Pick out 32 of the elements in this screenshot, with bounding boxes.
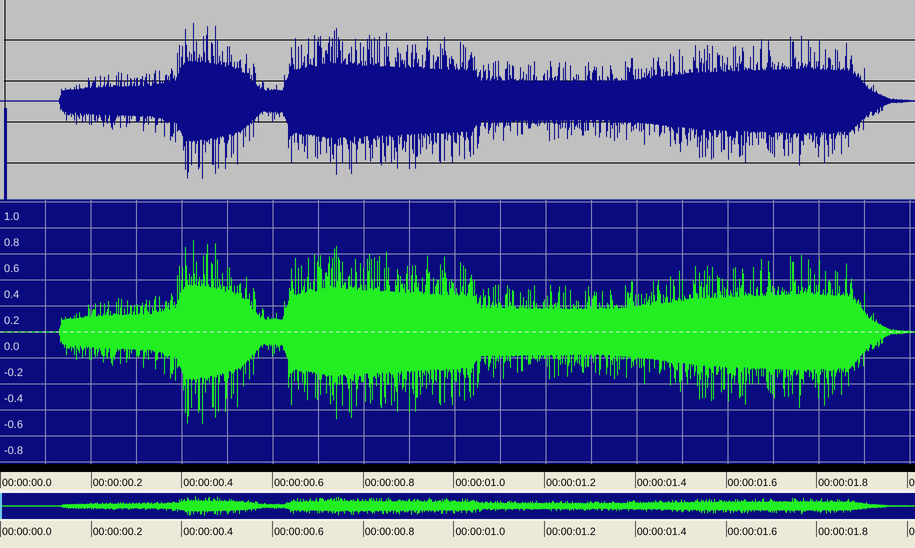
time-label: 00:00:01.4: [636, 478, 686, 488]
amplitude-label: -0.6: [4, 419, 23, 431]
time-label: 00:00:00.8: [364, 478, 414, 488]
amplitude-label: 0.0: [4, 341, 20, 353]
time-label: 00:00:00.8: [364, 526, 414, 537]
time-label: 00:00:00.2: [92, 526, 142, 537]
time-label: 00:00:01.0: [455, 478, 506, 488]
amplitude-label: -0.2: [4, 367, 23, 379]
time-label: 00:00:01.8: [818, 526, 868, 537]
time-label: 00:00:00.0: [2, 526, 52, 537]
time-label: 0: [908, 526, 915, 537]
time-label: 00:00:01.2: [546, 478, 596, 488]
amplitude-label: 0.2: [4, 315, 20, 327]
time-label: 0: [908, 478, 915, 488]
time-label: 00:00:01.4: [636, 526, 686, 537]
amplitude-label: -0.8: [4, 445, 23, 457]
time-label: 00:00:01.0: [455, 526, 506, 537]
time-label: 00:00:00.4: [183, 526, 234, 537]
time-label: 00:00:01.6: [728, 526, 778, 537]
amplitude-label: 0.8: [4, 237, 20, 249]
time-label: 00:00:00.2: [92, 478, 142, 488]
time-label: 00:00:00.6: [274, 478, 324, 488]
time-label: 00:00:00.0: [2, 478, 52, 488]
time-label: 00:00:01.2: [546, 526, 596, 537]
time-label: 00:00:00.6: [274, 526, 324, 537]
amplitude-label: 0.4: [4, 289, 20, 301]
amplitude-label: 1.0: [4, 211, 20, 223]
time-label: 00:00:00.4: [183, 478, 234, 488]
time-label: 00:00:01.8: [818, 478, 868, 488]
amplitude-label: -0.4: [4, 393, 23, 405]
amplitude-label: 0.6: [4, 263, 20, 275]
time-label: 00:00:01.6: [728, 478, 778, 488]
